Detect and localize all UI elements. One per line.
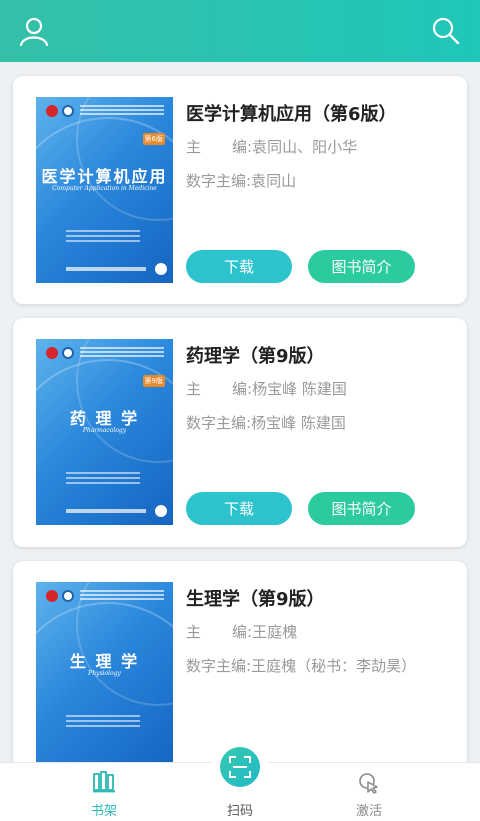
book-intro-button[interactable]: 图书简介 — [308, 492, 415, 525]
cover-header-text — [80, 103, 164, 125]
cover-publisher — [66, 267, 146, 271]
activate-icon — [359, 773, 378, 794]
cover-editors-text — [66, 469, 140, 487]
cover-edition: 第6版 — [142, 133, 165, 145]
cover-edition: 第9版 — [142, 375, 165, 387]
digital-editors: 袁同山 — [251, 172, 297, 190]
editor-label: 主 — [186, 380, 202, 398]
tab-scan-label: 扫码 — [226, 804, 253, 819]
editors: 杨宝峰 陈建国 — [252, 380, 347, 398]
digital-editor-line: 数字主编:王庭槐（秘书：李劼昊） — [186, 655, 416, 676]
book-card[interactable]: 生 理 学 Physiology 生理学（第9版） 主 编:王庭槐 数字主编:王庭… — [13, 561, 467, 762]
logo-icon — [62, 105, 74, 117]
digital-editor-line: 数字主编:袁同山 — [186, 170, 296, 191]
cover-subtitle: Pharmacology — [82, 427, 127, 434]
book-title: 药理学（第9版） — [186, 346, 325, 367]
book-title: 生理学（第9版） — [186, 589, 325, 610]
book-cover[interactable]: 生 理 学 Physiology — [36, 582, 173, 762]
logo-icon — [62, 590, 74, 602]
publisher-logo-icon — [155, 505, 167, 517]
cover-editors-text — [66, 227, 140, 245]
user-icon — [19, 17, 49, 46]
editor-line: 主 编:袁同山、阳小华 — [186, 136, 357, 157]
scan-icon — [229, 756, 251, 778]
seal-icon — [46, 347, 58, 359]
search-icon — [432, 17, 460, 45]
book-cover[interactable]: 第9版 药 理 学 Pharmacology — [36, 339, 173, 525]
editor-label: 主 — [186, 623, 202, 641]
book-intro-button[interactable]: 图书简介 — [308, 250, 415, 283]
cover-title: 医学计算机应用 — [41, 167, 168, 186]
download-button[interactable]: 下载 — [186, 492, 292, 525]
editor-line: 主 编:王庭槐 — [186, 621, 297, 642]
search-button[interactable] — [425, 10, 467, 52]
digital-editors: 杨宝峰 陈建国 — [251, 414, 346, 432]
cover-subtitle: Physiology — [88, 670, 121, 677]
top-bar — [0, 0, 480, 62]
digital-editor-label: 数字主编: — [186, 414, 252, 432]
tab-activate-label: 激活 — [355, 804, 382, 819]
seal-icon — [46, 105, 58, 117]
book-list[interactable]: 第6版 医学计算机应用 Computer Application in Medi… — [0, 62, 480, 762]
editor-line: 主 编:杨宝峰 陈建国 — [186, 378, 347, 399]
user-button[interactable] — [13, 10, 55, 52]
logo-icon — [62, 347, 74, 359]
tab-activate[interactable]: 激活 — [319, 763, 419, 821]
cover-header-text — [80, 588, 164, 610]
publisher-logo-icon — [155, 263, 167, 275]
editors: 王庭槐 — [252, 623, 298, 641]
seal-icon — [46, 590, 58, 602]
digital-editors: 王庭槐（秘书：李劼昊） — [251, 657, 417, 675]
tab-bookshelf[interactable]: 书架 — [54, 763, 154, 821]
cover-title: 生 理 学 — [69, 652, 140, 671]
book-card[interactable]: 第9版 药 理 学 Pharmacology 药理学（第9版） 主编:杨宝峰 陈… — [13, 318, 467, 547]
editor-label-2: 编: — [232, 138, 253, 156]
digital-editor-label: 数字主编: — [186, 172, 252, 190]
book-cover[interactable]: 第6版 医学计算机应用 Computer Application in Medi… — [36, 97, 173, 283]
scan-button[interactable] — [220, 747, 260, 787]
cover-subtitle: Computer Application in Medicine — [52, 185, 157, 192]
editors: 袁同山、阳小华 — [252, 138, 358, 156]
cover-publisher — [66, 509, 146, 513]
book-title: 医学计算机应用（第6版） — [186, 104, 397, 125]
download-button[interactable]: 下载 — [186, 250, 292, 283]
cover-editors-text — [66, 712, 140, 730]
digital-editor-line: 数字主编:杨宝峰 陈建国 — [186, 412, 346, 433]
editor-label: 主 — [186, 138, 202, 156]
tab-bookshelf-label: 书架 — [90, 804, 117, 819]
editor-label-2: 编: — [232, 380, 253, 398]
editor-label-2: 编: — [232, 623, 253, 641]
digital-editor-label: 数字主编: — [186, 657, 252, 675]
cover-title: 药 理 学 — [69, 409, 140, 428]
cover-header-text — [80, 345, 164, 367]
book-card[interactable]: 第6版 医学计算机应用 Computer Application in Medi… — [13, 76, 467, 304]
bookshelf-icon — [93, 771, 115, 793]
